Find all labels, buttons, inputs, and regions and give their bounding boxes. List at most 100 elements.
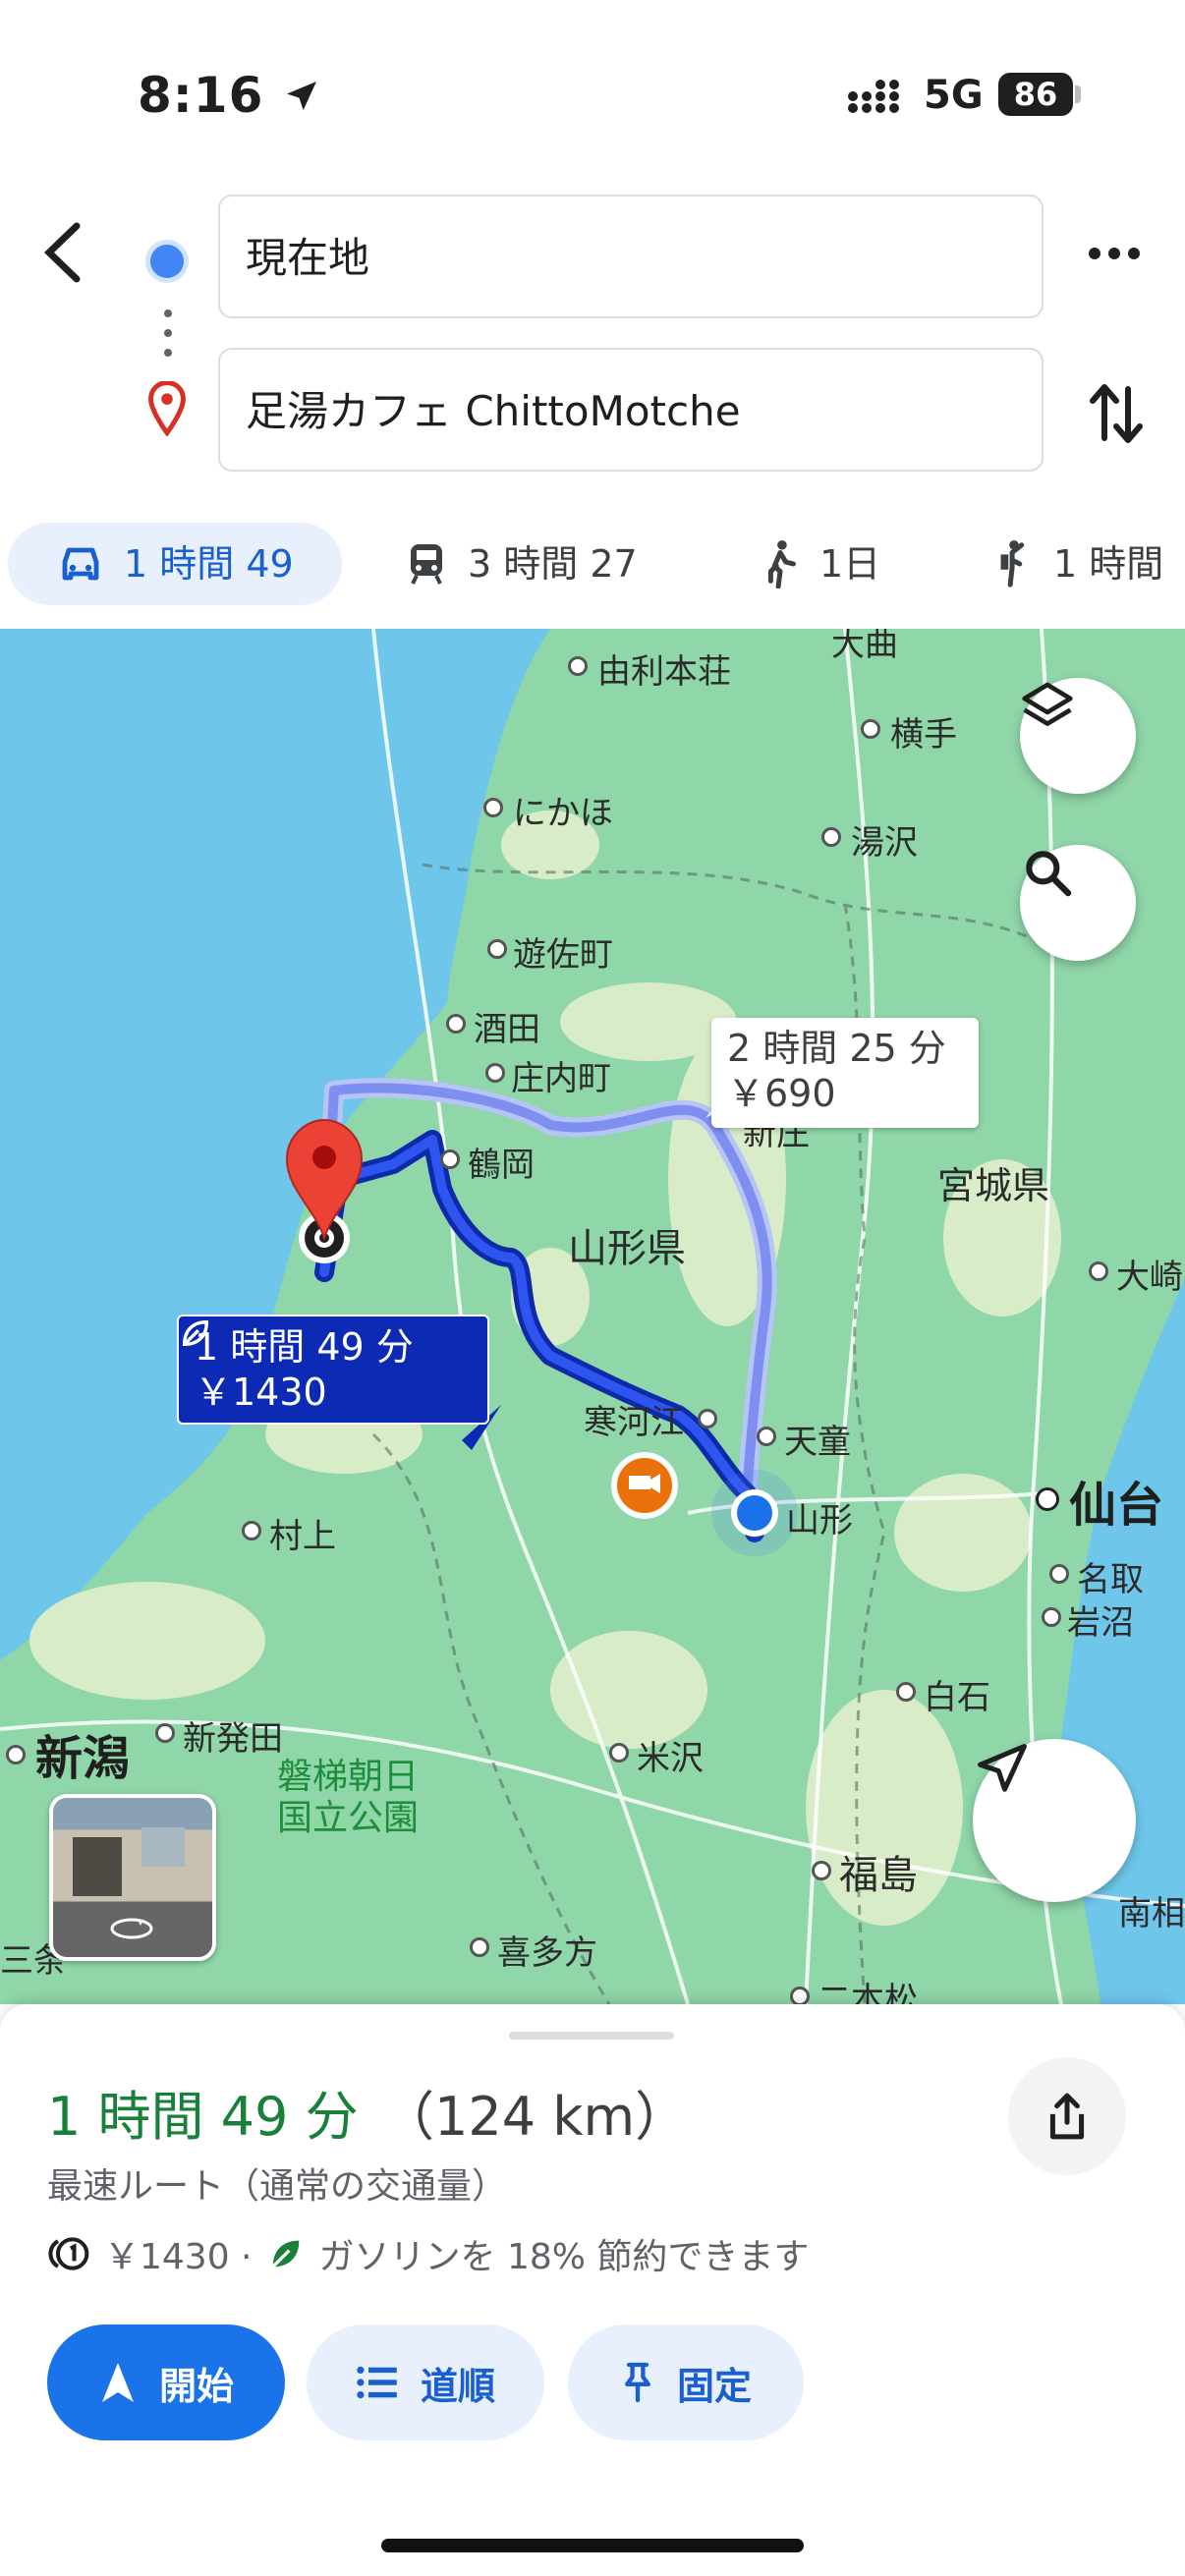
map-label-park: 磐梯朝日 国立公園 [277, 1757, 420, 1838]
map-label-minamisoma: 南相 [1118, 1894, 1185, 1933]
tab-ride-label: 1 時間 [1053, 542, 1164, 586]
back-button[interactable] [39, 218, 88, 291]
city-dot [568, 656, 588, 676]
city-dot [1089, 1261, 1108, 1281]
map-label-osaki: 大崎 [1116, 1258, 1183, 1297]
city-dot [487, 939, 507, 959]
map-search-button[interactable] [1020, 845, 1136, 961]
navigation-icon [101, 2363, 134, 2402]
route-distance: （124 km） [381, 2086, 689, 2148]
map-label-natori: 名取 [1077, 1560, 1144, 1599]
map-label-kitakata: 喜多方 [497, 1933, 597, 1973]
leaf-icon [182, 1319, 209, 1347]
destination-pin-icon [147, 380, 187, 440]
city-dot [446, 1014, 466, 1034]
map-label-yamagata-pref: 山形県 [568, 1226, 686, 1271]
city-dot [812, 1861, 831, 1880]
sheet-drag-handle[interactable] [509, 2032, 674, 2040]
map-label-nikaho: にかほ [513, 794, 613, 833]
pin-button[interactable]: 固定 [568, 2324, 804, 2440]
tab-transit[interactable]: 3 時間 27 [405, 523, 638, 605]
destination-field[interactable]: 足湯カフェ ChittoMotche [218, 348, 1044, 472]
tab-drive[interactable]: 1 時間 49 [8, 523, 342, 605]
callout-alt-fare: ￥690 [727, 1072, 836, 1115]
map-label-shiroishi: 白石 [924, 1678, 990, 1717]
eco-savings: ガソリンを 18% 節約できます [318, 2237, 810, 2277]
map-label-tendo: 天童 [784, 1423, 851, 1462]
eco-leaf-icon [271, 2240, 299, 2268]
city-dot [821, 827, 841, 847]
map-label-yonezawa: 米沢 [637, 1739, 704, 1778]
start-button[interactable]: 開始 [47, 2324, 285, 2440]
steps-button[interactable]: 道順 [307, 2324, 544, 2440]
swap-vert-icon [1090, 384, 1143, 443]
city-dot [1036, 1487, 1059, 1511]
layers-button[interactable] [1020, 678, 1136, 794]
tab-walk-label: 1日 [819, 542, 881, 586]
battery-tip [1075, 85, 1081, 103]
map-view[interactable]: 由利本荘 横手 にかほ 湯沢 遊佐町 酒田 庄内町 新庄 宮城県 鶴岡 山形県 … [0, 629, 1185, 2004]
map-label-shibata: 新発田 [183, 1719, 283, 1759]
route-callout-alt[interactable]: 2 時間 25 分 ￥690 [711, 1018, 979, 1128]
city-dot [242, 1521, 261, 1540]
city-dot [1049, 1564, 1069, 1584]
route-extra-info: ￥1430 · ガソリンを 18% 節約できます [47, 2228, 809, 2279]
city-dot [485, 1063, 505, 1083]
search-icon [1026, 851, 1072, 897]
recenter-button[interactable] [973, 1739, 1136, 1902]
callout-main-time: 1 時間 49 分 [195, 1325, 414, 1369]
map-label-yurihonjo: 由利本荘 [597, 652, 731, 692]
navigation-arrow-icon [978, 1744, 1027, 1792]
city-dot [1042, 1607, 1061, 1627]
map-label-tsuruoka: 鶴岡 [468, 1146, 535, 1185]
pin-icon [625, 2362, 650, 2403]
toll-amount: ￥1430 · [104, 2237, 253, 2277]
city-dot [757, 1427, 776, 1446]
layers-icon [1022, 682, 1073, 726]
walk-icon [767, 539, 796, 588]
route-callout-main[interactable]: 1 時間 49 分 ￥1430 [177, 1315, 489, 1425]
city-dot [6, 1745, 26, 1764]
callout-main-fare: ￥1430 [195, 1371, 327, 1414]
location-arrow-icon [286, 82, 316, 111]
start-button-label: 開始 [158, 2364, 234, 2408]
map-label-niigata: 新潟 [35, 1731, 131, 1786]
map-label-yamagata: 山形 [786, 1501, 853, 1540]
origin-field[interactable]: 現在地 [218, 195, 1044, 318]
map-label-top-city: 大曲 [831, 629, 898, 664]
battery-level: 86 [998, 73, 1073, 116]
toll-icon [48, 2237, 89, 2270]
swap-button[interactable] [1089, 379, 1144, 452]
map-label-yuza: 遊佐町 [513, 935, 613, 975]
tab-ride[interactable]: 1 時間 [994, 523, 1163, 605]
tab-drive-label: 1 時間 49 [124, 542, 294, 586]
more-options-button[interactable] [1087, 244, 1142, 267]
map-label-sakata: 酒田 [474, 1010, 540, 1049]
ride-icon [1000, 539, 1025, 588]
city-dot [609, 1743, 629, 1763]
city-dot [896, 1682, 916, 1702]
callout-alt-time: 2 時間 25 分 [727, 1027, 946, 1070]
city-dot [440, 1149, 460, 1169]
route-duration: 1 時間 49 分 [47, 2086, 359, 2148]
home-indicator [381, 2539, 804, 2552]
more-horiz-icon [1089, 248, 1140, 259]
map-label-miyagi: 宮城県 [937, 1164, 1050, 1207]
steps-button-label: 道順 [420, 2364, 495, 2408]
thumbnail-door [73, 1837, 122, 1896]
route-description: 最速ルート（通常の交通量） [47, 2166, 508, 2207]
share-icon [1049, 2093, 1085, 2140]
map-label-iwanuma: 岩沼 [1067, 1603, 1134, 1643]
map-label-nihonmatsu: 二本松 [818, 1981, 918, 2004]
map-label-yokote: 横手 [890, 715, 957, 755]
tab-walk[interactable]: 1日 [761, 523, 880, 605]
street-view-thumbnail[interactable] [49, 1794, 216, 1961]
map-label-sendai: 仙台 [1069, 1478, 1164, 1533]
share-button[interactable] [1008, 2057, 1126, 2175]
car-icon [62, 547, 99, 581]
city-dot [483, 798, 503, 817]
map-label-yuzawa: 湯沢 [851, 823, 918, 863]
thumbnail-window [141, 1827, 185, 1867]
map-label-fukushima: 福島 [839, 1853, 918, 1898]
status-time: 8:16 [138, 67, 321, 124]
